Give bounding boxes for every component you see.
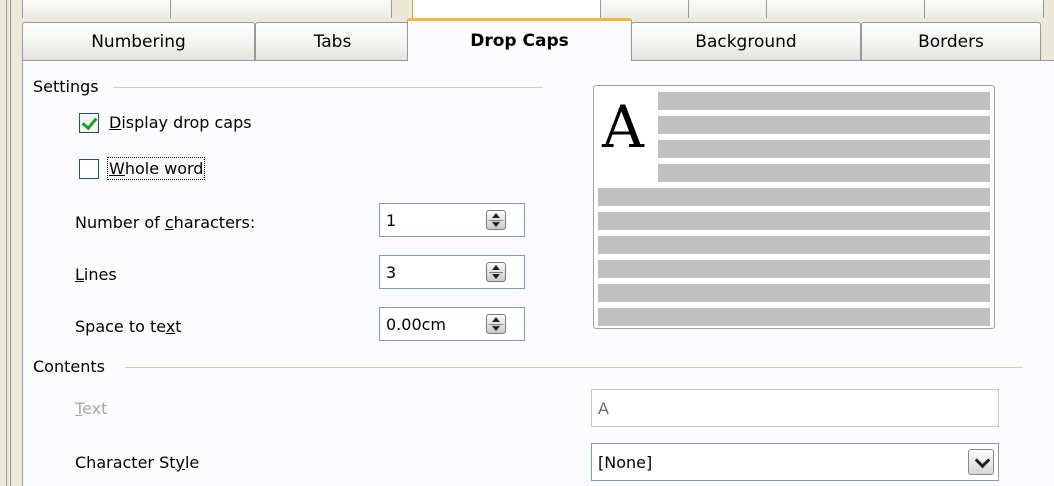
contents-group-label: Contents [33, 357, 105, 376]
tab-drop-caps[interactable]: Drop Caps [407, 18, 632, 61]
text-input[interactable]: A [591, 389, 999, 427]
preview-line [598, 284, 990, 302]
spin-arrows-icon[interactable] [486, 314, 506, 334]
preview-line [598, 188, 990, 206]
tab-numbering[interactable]: Numbering [22, 22, 255, 60]
preview-line [658, 140, 990, 158]
contents-divider [125, 367, 1023, 368]
preview-line [658, 92, 990, 110]
preview-line [598, 212, 990, 230]
preview-line [598, 236, 990, 254]
preview-line [598, 260, 990, 278]
back-tab[interactable] [766, 0, 926, 18]
lines-label: Lines [75, 265, 117, 284]
preview-drop-letter: A [602, 93, 644, 161]
dialog-edge-inner [10, 0, 11, 486]
whole-word-checkbox[interactable] [79, 159, 99, 179]
space-to-text-spinbox[interactable]: 0.00cm [379, 307, 525, 341]
spin-arrows-icon[interactable] [486, 210, 506, 230]
text-label: Text [75, 399, 108, 418]
lines-spinbox[interactable]: 3 [379, 255, 525, 289]
character-style-select[interactable]: [None] [591, 443, 999, 481]
back-tab[interactable] [924, 0, 1044, 18]
number-of-characters-spinbox[interactable]: 1 [379, 203, 525, 237]
whole-word-label[interactable]: Whole word [106, 157, 206, 180]
preview-line [598, 308, 990, 326]
back-tab[interactable] [412, 0, 602, 18]
preview-line [658, 164, 990, 182]
back-tab[interactable] [170, 0, 392, 18]
character-style-value: [None] [598, 453, 653, 472]
lines-value: 3 [386, 263, 397, 282]
drop-caps-panel: Settings Display drop caps Whole word Nu… [22, 60, 1054, 486]
display-drop-caps-checkbox[interactable] [79, 113, 99, 133]
settings-divider [113, 87, 543, 88]
space-to-text-value: 0.00cm [386, 315, 447, 334]
preview-line [658, 116, 990, 134]
dialog-edge [6, 0, 7, 486]
back-tab-row [22, 0, 1054, 18]
character-style-label: Character Style [75, 453, 200, 472]
tab-bar: Numbering Tabs Drop Caps Background Bord… [22, 18, 1054, 61]
back-tab[interactable] [600, 0, 690, 18]
number-of-characters-value: 1 [386, 211, 397, 230]
display-drop-caps-label[interactable]: Display drop caps [109, 113, 252, 132]
number-of-characters-label: Number of characters: [75, 213, 256, 232]
chevron-down-icon[interactable] [968, 449, 994, 475]
tab-tabs[interactable]: Tabs [255, 22, 410, 60]
settings-group-label: Settings [33, 77, 99, 96]
tab-background[interactable]: Background [631, 22, 861, 60]
space-to-text-label: Space to text [75, 317, 182, 336]
back-tab[interactable] [688, 0, 768, 18]
spin-arrows-icon[interactable] [486, 262, 506, 282]
drop-caps-preview: A [593, 85, 995, 329]
tab-borders[interactable]: Borders [861, 22, 1041, 60]
back-tab[interactable] [22, 0, 172, 18]
